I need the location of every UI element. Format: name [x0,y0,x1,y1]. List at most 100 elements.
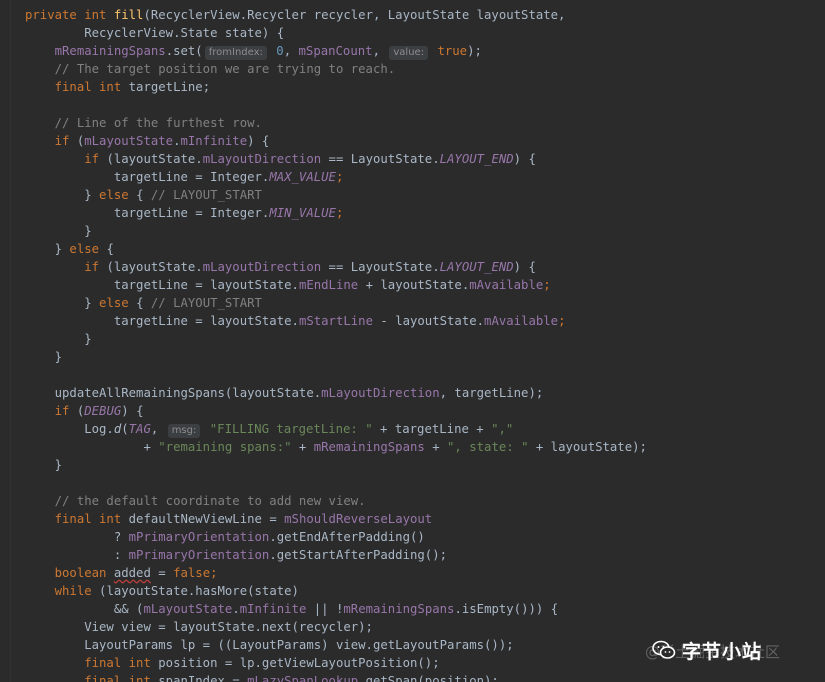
code-token: final int [25,656,159,670]
code-line[interactable]: mRemainingSpans.set(fromIndex: 0, mSpanC… [25,42,825,60]
code-token: .getStartAfterPadding(); [269,548,448,562]
code-line[interactable]: // Line of the furthest row. [25,114,825,132]
code-token: MIN_VALUE [269,206,336,220]
code-token: (layoutState. [106,260,203,274]
code-line[interactable]: final int defaultNewViewLine = mShouldRe… [25,510,825,528]
code-token: .isEmpty())) { [454,602,559,616]
code-area[interactable]: private int fill(RecyclerView.Recycler r… [25,6,825,682]
code-token: + [25,440,159,454]
code-line[interactable]: Log.d(TAG, msg: "FILLING targetLine: " +… [25,420,825,438]
code-token: mRemainingSpans [54,44,166,58]
code-token: if [25,260,107,274]
code-line[interactable]: if (DEBUG) { [25,402,825,420]
code-line[interactable]: } [25,456,825,474]
code-token: ; [558,314,566,328]
code-line[interactable]: if (layoutState.mLayoutDirection == Layo… [25,258,825,276]
code-line[interactable]: : mPrimaryOrientation.getStartAfterPaddi… [25,546,825,564]
code-token: (layoutState.hasMore(state) [99,584,299,598]
code-line[interactable]: && (mLayoutState.mInfinite || !mRemainin… [25,600,825,618]
code-token: final int [25,80,129,94]
code-token: if [25,404,77,418]
code-token: targetLine; [128,80,211,94]
code-token: && ( [25,602,144,616]
code-line[interactable]: ? mPrimaryOrientation.getEndAfterPadding… [25,528,825,546]
code-token: , [372,44,388,58]
code-token: else [99,296,137,310]
code-token: + layoutState. [358,278,470,292]
code-line[interactable]: View view = layoutState.next(recycler); [25,618,825,636]
code-line[interactable]: private int fill(RecyclerView.Recycler r… [25,6,825,24]
code-line[interactable] [25,474,825,492]
code-line[interactable]: // The target position we are trying to … [25,60,825,78]
code-token: // LAYOUT_START [150,296,262,310]
code-token: "remaining spans:" [158,440,292,454]
code-line[interactable]: if (mLayoutState.mInfinite) { [25,132,825,150]
code-token: final int [25,674,159,682]
code-line[interactable]: RecyclerView.State state) { [25,24,825,42]
code-line[interactable]: } else { [25,240,825,258]
code-line[interactable]: } else { // LAYOUT_START [25,186,825,204]
code-token: // LAYOUT_START [150,188,262,202]
code-line[interactable] [25,366,825,384]
code-token: "," [491,422,514,436]
code-line[interactable]: } [25,348,825,366]
code-token: final int [25,512,129,526]
code-token: mLayoutState [84,134,174,148]
code-token: mLazySpanLookup [247,674,359,682]
code-line[interactable]: final int spanIndex = mLazySpanLookup.ge… [25,672,825,682]
code-line[interactable]: targetLine = layoutState.mStartLine - la… [25,312,825,330]
code-line[interactable]: while (layoutState.hasMore(state) [25,582,825,600]
code-token: targetLine = Integer. [25,206,270,220]
code-token: targetLine = layoutState. [25,278,299,292]
watermark: 字节小站 [652,636,762,664]
code-token: (layoutState. [106,152,203,166]
code-token: spanIndex = [158,674,248,682]
code-token: MAX_VALUE [269,170,336,184]
code-editor[interactable]: private int fill(RecyclerView.Recycler r… [0,0,825,682]
code-token: + targetLine + [372,422,492,436]
code-line[interactable]: final int targetLine; [25,78,825,96]
code-line[interactable]: targetLine = Integer.MAX_VALUE; [25,168,825,186]
code-token: LAYOUT_END [439,260,514,274]
code-token: .getSpan(position); [358,674,499,682]
code-token: } [25,242,70,256]
code-line[interactable]: boolean added = false; [25,564,825,582]
wechat-icon [652,640,676,660]
code-token: { [106,242,114,256]
code-token: updateAllRemainingSpans(layoutState. [25,386,322,400]
code-line[interactable]: if (layoutState.mLayoutDirection == Layo… [25,150,825,168]
code-line[interactable]: updateAllRemainingSpans(layoutState.mLay… [25,384,825,402]
code-line[interactable]: } else { // LAYOUT_START [25,294,825,312]
code-token: LAYOUT_END [439,152,514,166]
code-token: .getEndAfterPadding() [269,530,425,544]
code-token: Log. [25,422,114,436]
code-token: mInfinite [180,134,248,148]
code-line[interactable]: } [25,330,825,348]
code-token: - layoutState. [372,314,485,328]
code-token: RecyclerView.State state) { [25,26,285,40]
code-token: fill [113,8,144,22]
code-token: == LayoutState. [321,260,440,274]
code-line[interactable] [25,96,825,114]
code-token: ) { [513,152,536,166]
code-token: while [25,584,100,598]
code-token: + [424,440,448,454]
code-line[interactable]: + "remaining spans:" + mRemainingSpans +… [25,438,825,456]
code-token: // Line of the furthest row. [25,116,262,130]
code-token: mLayoutState [143,602,233,616]
code-token: DEBUG [84,404,122,418]
code-token: mRemainingSpans [343,602,455,616]
code-line[interactable]: } [25,222,825,240]
code-token: targetLine = Integer. [25,170,270,184]
code-token: ) { [513,260,536,274]
code-token: = [150,566,174,580]
code-line[interactable]: targetLine = layoutState.mEndLine + layo… [25,276,825,294]
code-line[interactable]: targetLine = Integer.MIN_VALUE; [25,204,825,222]
code-line[interactable]: // the default coordinate to add new vie… [25,492,825,510]
code-token: ? [25,530,129,544]
code-token: private int [25,8,114,22]
